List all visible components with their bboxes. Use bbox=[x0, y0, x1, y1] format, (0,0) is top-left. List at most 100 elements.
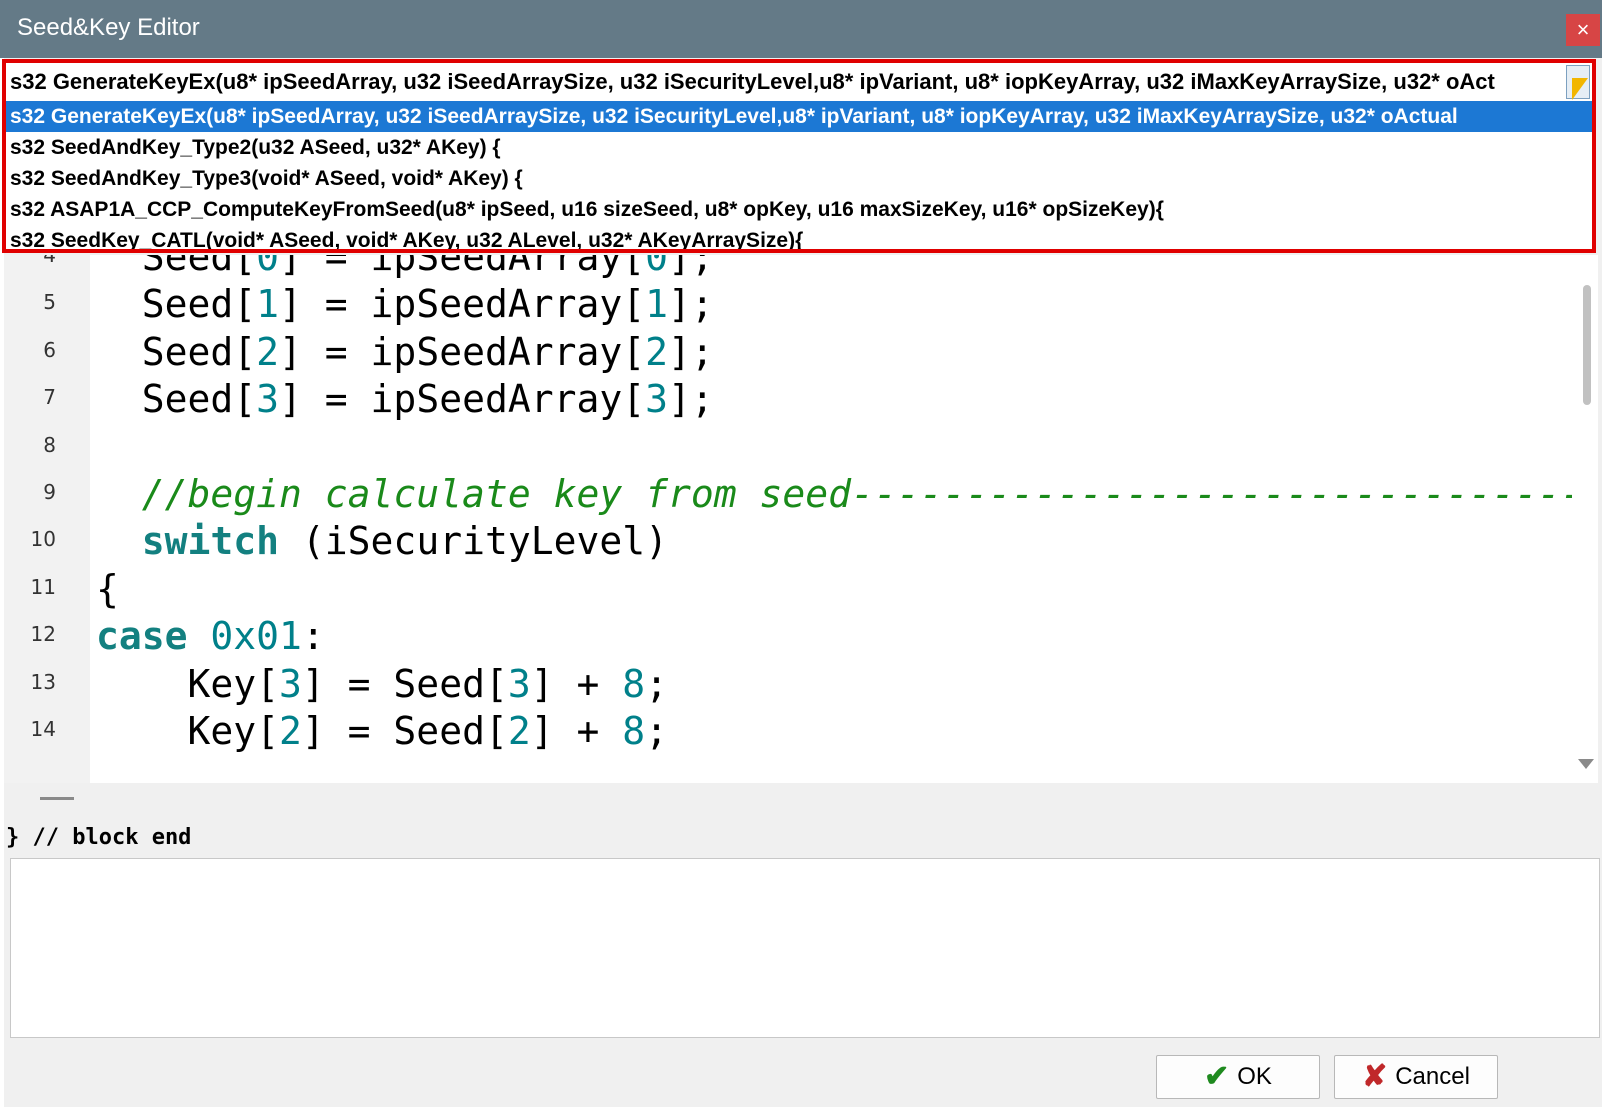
cancel-button-label: Cancel bbox=[1395, 1063, 1470, 1090]
dropdown-option[interactable]: s32 SeedAndKey_Type2(u32 ASeed, u32* AKe… bbox=[6, 132, 1592, 163]
code-token: 2 bbox=[256, 329, 280, 374]
line-number: 7 bbox=[43, 385, 56, 410]
line-number: 9 bbox=[43, 480, 56, 504]
code-line[interactable]: 4 Seed[0] = ipSeedArray[0]; bbox=[4, 255, 1564, 281]
code-token: ]; bbox=[667, 282, 714, 327]
code-text: Seed[2] = ipSeedArray[2]; bbox=[96, 328, 714, 376]
scroll-down-arrow-icon[interactable] bbox=[1578, 759, 1594, 769]
code-token: 3 bbox=[279, 661, 302, 706]
dropdown-option[interactable]: s32 GenerateKeyEx(u8* ipSeedArray, u32 i… bbox=[6, 101, 1592, 132]
code-token: : bbox=[301, 614, 325, 659]
line-number: 14 bbox=[30, 717, 56, 741]
code-token: Seed[ bbox=[96, 329, 257, 374]
splitter-grip-icon[interactable] bbox=[40, 797, 74, 800]
code-token: (iSecurityLevel) bbox=[279, 519, 668, 564]
code-token: 2 bbox=[507, 709, 531, 753]
ok-button-label: OK bbox=[1237, 1063, 1272, 1090]
code-token: Seed[ bbox=[96, 377, 257, 422]
code-line[interactable]: 13 Key[3] = Seed[3] + 8; bbox=[4, 660, 1564, 708]
code-token: 0x01 bbox=[210, 614, 302, 659]
code-line[interactable]: 12 case 0x01: bbox=[4, 612, 1564, 660]
dropdown-option[interactable]: s32 SeedKey_CATL(void* ASeed, void* AKey… bbox=[6, 225, 1592, 249]
output-text-area[interactable] bbox=[10, 858, 1600, 1038]
code-line[interactable]: 8 bbox=[4, 423, 1564, 471]
code-token: switch bbox=[141, 519, 280, 564]
code-token: ]; bbox=[667, 377, 714, 422]
code-text: Seed[3] = ipSeedArray[3]; bbox=[96, 375, 714, 423]
close-button[interactable]: × bbox=[1566, 14, 1600, 46]
code-token: 8 bbox=[622, 661, 646, 706]
code-token: Key[ bbox=[96, 709, 280, 753]
title-bar: Seed&Key Editor × bbox=[0, 0, 1602, 58]
code-token: Seed[ bbox=[96, 255, 257, 279]
code-token: 2 bbox=[645, 329, 668, 374]
code-token: //begin calculate key from seed---------… bbox=[141, 472, 1572, 516]
code-token: 2 bbox=[279, 709, 302, 753]
code-token: ; bbox=[645, 709, 669, 753]
code-line[interactable]: 10 switch (iSecurityLevel) bbox=[4, 517, 1564, 565]
code-text: Key[2] = Seed[2] + 8; bbox=[96, 707, 669, 755]
code-token: 8 bbox=[622, 709, 646, 753]
code-line[interactable]: 6 Seed[2] = ipSeedArray[2]; bbox=[4, 328, 1564, 376]
editor-vertical-scrollbar[interactable] bbox=[1572, 255, 1598, 783]
line-number: 10 bbox=[30, 527, 56, 552]
code-line[interactable]: 14 Key[2] = Seed[2] + 8; bbox=[4, 707, 1564, 755]
dropdown-option[interactable]: s32 SeedAndKey_Type3(void* ASeed, void* … bbox=[6, 163, 1592, 194]
code-text: Seed[0] = ipSeedArray[0]; bbox=[96, 255, 714, 281]
code-token: ] + bbox=[530, 661, 623, 706]
code-token: ]; bbox=[667, 255, 714, 279]
code-token: ] = Seed[ bbox=[301, 709, 508, 753]
code-token: 0 bbox=[256, 255, 280, 279]
code-token: Seed[ bbox=[96, 282, 257, 327]
dropdown-option[interactable]: s32 ASAP1A_CCP_ComputeKeyFromSeed(u8* ip… bbox=[6, 194, 1592, 225]
panel-splitter[interactable] bbox=[4, 783, 1602, 817]
code-text: //begin calculate key from seed---------… bbox=[96, 470, 1572, 518]
line-number: 8 bbox=[43, 432, 56, 457]
code-token: case bbox=[96, 614, 188, 659]
ok-button[interactable]: ✔ OK bbox=[1156, 1055, 1320, 1099]
line-number: 6 bbox=[43, 337, 56, 362]
code-token: { bbox=[96, 566, 119, 611]
cancel-button[interactable]: ✘ Cancel bbox=[1334, 1055, 1498, 1099]
code-line[interactable]: 11 { bbox=[4, 565, 1564, 613]
mouse-pointer-icon bbox=[1572, 78, 1588, 100]
code-token: Key[ bbox=[96, 661, 280, 706]
code-text: Seed[1] = ipSeedArray[1]; bbox=[96, 280, 714, 328]
code-token: ]; bbox=[667, 329, 714, 374]
line-number: 4 bbox=[43, 255, 56, 267]
line-number: 12 bbox=[30, 622, 56, 647]
code-line[interactable]: 9 //begin calculate key from seed-------… bbox=[4, 470, 1572, 518]
code-token: ] = Seed[ bbox=[301, 661, 508, 706]
close-icon: × bbox=[1576, 17, 1590, 42]
code-token: ] + bbox=[530, 709, 623, 753]
scrollbar-thumb[interactable] bbox=[1583, 285, 1591, 405]
code-line[interactable]: 7 Seed[3] = ipSeedArray[3]; bbox=[4, 375, 1564, 423]
cross-icon: ✘ bbox=[1362, 1060, 1388, 1093]
function-signature-dropdown[interactable]: s32 GenerateKeyEx(u8* ipSeedArray, u32 i… bbox=[2, 59, 1596, 253]
code-token: ; bbox=[645, 661, 669, 706]
dropdown-selected-value[interactable]: s32 GenerateKeyEx(u8* ipSeedArray, u32 i… bbox=[6, 63, 1566, 101]
code-token: ] = ipSeedArray[ bbox=[279, 282, 646, 327]
code-text: { bbox=[96, 565, 119, 613]
line-number: 5 bbox=[43, 290, 56, 315]
code-token: 3 bbox=[507, 661, 531, 706]
code-token: 1 bbox=[256, 282, 280, 327]
window-title: Seed&Key Editor bbox=[17, 14, 200, 41]
line-number: 13 bbox=[30, 669, 56, 694]
code-text: switch (iSecurityLevel) bbox=[96, 517, 668, 565]
code-text: Key[3] = Seed[3] + 8; bbox=[96, 660, 669, 708]
code-editor[interactable]: 4 Seed[0] = ipSeedArray[0]; 5 Seed[1] = i… bbox=[4, 255, 1572, 783]
block-end-label: } // block end bbox=[6, 825, 192, 850]
code-token: 1 bbox=[645, 282, 668, 327]
code-token: 3 bbox=[256, 377, 280, 422]
code-token: 0 bbox=[645, 255, 668, 279]
checkmark-icon: ✔ bbox=[1204, 1060, 1230, 1093]
code-line[interactable]: 5 Seed[1] = ipSeedArray[1]; bbox=[4, 280, 1564, 328]
code-token: ] = ipSeedArray[ bbox=[279, 329, 646, 374]
code-token: 3 bbox=[645, 377, 668, 422]
code-text: case 0x01: bbox=[96, 612, 325, 660]
line-number: 11 bbox=[30, 574, 56, 599]
